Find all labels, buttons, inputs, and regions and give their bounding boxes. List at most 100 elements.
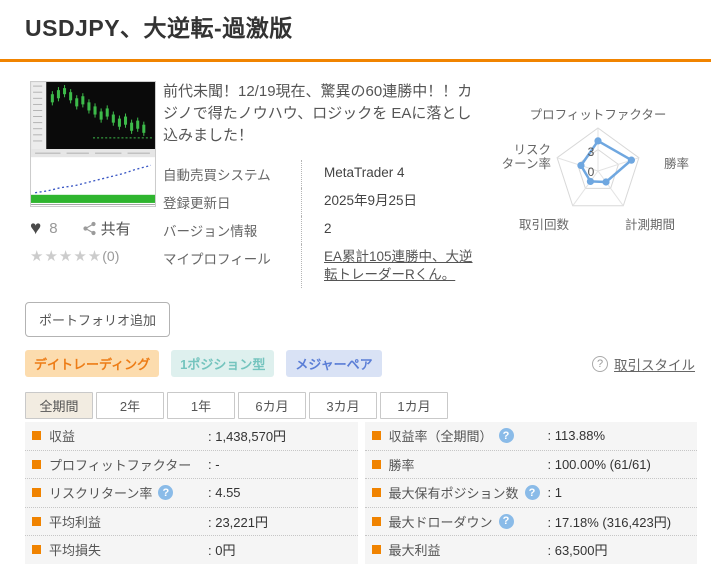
help-icon[interactable]: ? [498,428,514,444]
stat-value: : 0円 [208,543,236,559]
bullet-icon [32,459,41,469]
stat-row: 平均損失 : 0円 [25,536,358,564]
tag-row: デイトレーディング 1ポジション型 メジャーペア ? 取引スタイル [25,350,695,377]
trade-style-link[interactable]: 取引スタイル [614,354,695,374]
stat-row: リスクリターン率?: 4.55 [25,479,358,508]
stat-value: : 4.55 [208,485,241,501]
page-title: USDJPY、大逆転-過激版 [25,15,293,41]
like-count: 8 [49,220,58,237]
like-heart-icon[interactable]: ♥ [30,219,41,238]
trade-style-radar-chart: 3 0 プロフィットファクター勝率計測期間 取引回数 リスクターン率 [502,108,689,232]
trade-style-link-group: ? 取引スタイル [592,354,695,374]
period-tab-bar: 全期間 2年 1年 6カ月 3カ月 1カ月 [25,392,711,419]
stat-label-group: 最大利益 [371,540,548,559]
stat-row: 最大保有ポジション数?: 1 [364,479,697,508]
stats-column-right: 収益率（全期間）?: 113.88% 勝率: 100.00% (61/61) 最大保… [364,422,697,564]
stat-row: 平均利益: 23,221円 [25,507,358,536]
stats-column-left: 収益: 1,438,570円 プロフィットファクター: - リスクリターン率?: 4… [25,422,358,564]
stat-label-group: 収益 [32,426,208,445]
help-icon[interactable]: ? [524,485,540,501]
product-info-text: MetaTrader 4 [324,165,405,180]
stat-label: 最大保有ポジション数 [388,486,519,502]
stat-label: 最大ドローダウン [388,514,493,530]
bullet-icon [371,431,381,441]
product-info-label: バージョン情報 [163,224,258,239]
category-tag[interactable]: デイトレーディング [25,350,160,377]
product-info-row: 登録更新日 2025年9月25日 [163,188,485,216]
share-icon [83,221,96,236]
bullet-icon [371,488,381,498]
stats-table: 収益: 1,438,570円 プロフィットファクター: - リスクリターン率?: 4… [25,422,697,564]
bullet-icon [32,545,41,555]
stat-label-group: 平均損失 [32,540,208,559]
product-info-label: 登録更新日 [163,196,231,211]
stat-row: 勝率: 100.00% (61/61) [364,450,697,479]
product-info-value: 2025年9月25日 [301,188,485,216]
help-icon[interactable]: ? [158,485,174,501]
stat-value: : 1,438,570円 [208,429,287,445]
stat-label: 平均利益 [49,514,102,530]
bullet-icon [371,516,381,526]
stat-label: 平均損失 [49,543,102,559]
social-row: ♥ 8 共有 [30,218,158,239]
stat-row: 収益率（全期間）? : 113.88% [364,422,697,451]
product-info-value: MetaTrader 4 [301,160,485,188]
stat-value: : 113.88% [547,428,606,444]
share-button[interactable]: 共有 [82,218,131,239]
product-description: 前代未聞！12/19現在、驚異の60連勝中！！カジノで得たノウハウ、ロジックを … [163,83,473,144]
profile-link[interactable]: EA累計105連勝中、大逆転トレーダーRくん。 [324,249,473,282]
stat-label: プロフィットファクター [49,457,192,473]
svg-text:3: 3 [588,145,595,159]
add-portfolio-button[interactable]: ポートフォリオ追加 [25,302,171,337]
period-tab[interactable]: 全期間 [25,392,93,419]
stat-label-group: 勝率 [371,455,548,474]
help-icon[interactable]: ? [498,513,514,529]
stat-label: 最大利益 [388,543,441,559]
period-tab[interactable]: 6カ月 [238,392,306,419]
bullet-icon [32,431,41,441]
period-tab[interactable]: 1年 [167,392,235,419]
share-label: 共有 [100,221,131,238]
stat-value: : - [208,456,220,472]
stat-value: : 63,500円 [547,543,608,559]
svg-text:勝率: 勝率 [664,156,689,171]
question-circle-icon[interactable]: ? [592,355,608,372]
rating-count: (0) [102,248,120,264]
category-tag[interactable]: 1ポジション型 [171,350,275,377]
period-tab[interactable]: 3カ月 [309,392,377,419]
stat-label: 収益率（全期間） [388,429,493,445]
stat-label-group: 最大ドローダウン? [371,512,548,531]
product-info-row: 自動売買システム MetaTrader 4 [163,160,485,188]
bullet-icon [32,516,41,526]
period-tab[interactable]: 2年 [96,392,164,419]
stat-label-group: リスクリターン率? [32,483,208,502]
svg-text:プロフィットファクター: プロフィットファクター [530,108,667,122]
bullet-icon [371,459,381,469]
product-info-label: 自動売買システム [163,168,271,183]
product-info-label: マイプロフィール [163,252,271,267]
radar-chart-column: 3 0 プロフィットファクター 勝率 計測期間 取引回数 リスクターン率 [485,81,711,288]
product-info-row: バージョン情報 2 [163,216,485,244]
stat-value: : 100.00% (61/61) [547,456,651,472]
stat-row: プロフィットファクター : - [25,450,358,479]
product-thumbnail[interactable] [30,81,156,207]
stat-label: 収益 [49,429,76,445]
stat-value: : 17.18% (316,423円) [547,514,672,530]
stat-label-group: 最大保有ポジション数? [371,483,548,502]
product-info-row: マイプロフィール EA累計105連勝中、大逆転トレーダーRくん。 [163,244,485,288]
product-media-column: ♥ 8 共有 ★★★★★(0) [30,81,158,288]
period-tab[interactable]: 1カ月 [380,392,448,419]
svg-text:0: 0 [588,165,595,179]
product-summary-section: ♥ 8 共有 ★★★★★(0) 前代未聞！12/19現在、驚異の60連勝中！！カ… [0,62,711,288]
stat-label: リスクリターン率 [49,486,153,502]
svg-text:計測期間: 計測期間 [625,217,675,232]
svg-text:取引回数: 取引回数 [519,217,570,232]
stat-row: 最大利益 : 63,500円 [364,536,697,564]
product-info-value: EA累計105連勝中、大逆転トレーダーRくん。 [301,244,485,288]
category-tag[interactable]: メジャーペア [286,350,382,377]
stat-label-group: プロフィットファクター [32,455,208,474]
product-info-text: 2025年9月25日 [324,193,418,208]
bullet-icon [32,488,41,498]
product-info-value: 2 [301,216,485,244]
product-info-text: 2 [324,221,332,236]
